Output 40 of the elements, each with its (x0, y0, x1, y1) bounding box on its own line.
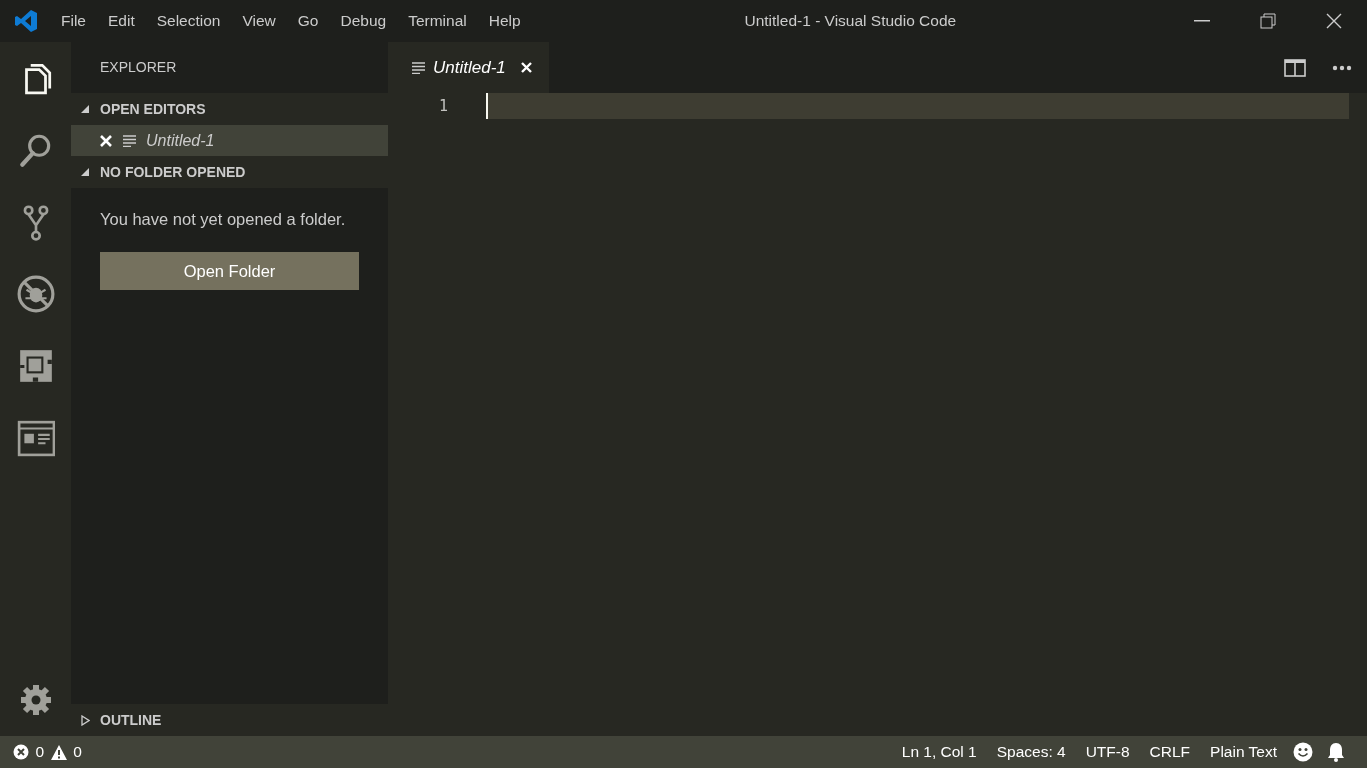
problems-indicator[interactable]: 0 0 (0, 740, 82, 764)
window-icon[interactable] (16, 419, 55, 457)
status-item[interactable]: UTF-8 (1075, 740, 1140, 764)
menu-item[interactable]: File (50, 9, 97, 33)
app-logo-icon (14, 9, 38, 33)
split-editor-icon[interactable] (1284, 58, 1306, 77)
status-item[interactable]: Spaces: 4 (986, 740, 1076, 764)
menu-item[interactable]: Selection (145, 9, 232, 33)
menu-item[interactable]: Debug (329, 9, 398, 33)
settings-icon[interactable] (18, 683, 53, 717)
text-file-icon (412, 61, 425, 74)
smiley-icon[interactable] (1293, 742, 1313, 762)
expand-icon[interactable] (81, 714, 90, 726)
open-folder-button[interactable]: Open Folder (100, 252, 359, 290)
status-item[interactable]: Ln 1, Col 1 (891, 740, 987, 764)
status-item[interactable]: Plain Text (1200, 740, 1287, 764)
minimize-icon[interactable] (1194, 20, 1210, 22)
error-icon (13, 744, 29, 760)
sidebar-title: EXPLORER (100, 58, 177, 77)
warning-icon (50, 744, 67, 760)
empty-message: You have not yet opened a folder. (99, 209, 347, 230)
menu-item[interactable]: View (231, 9, 287, 33)
bell-icon[interactable] (1327, 742, 1345, 762)
status-item[interactable]: CRLF (1139, 740, 1201, 764)
editor-tab[interactable]: Untitled-1 (388, 42, 550, 93)
menu-item[interactable]: Help (477, 9, 532, 33)
restore-icon[interactable] (1260, 13, 1276, 29)
more-actions-icon[interactable] (1332, 64, 1352, 71)
close-icon[interactable] (1326, 13, 1342, 29)
menu-item[interactable]: Go (286, 9, 330, 33)
open-editor-item[interactable]: Untitled-1 (71, 125, 388, 156)
window-title: Untitled-1 - Visual Studio Code (744, 11, 957, 32)
menu-item[interactable]: Terminal (397, 9, 478, 33)
line-number: 1 (437, 96, 448, 117)
collapse-icon[interactable] (81, 104, 90, 114)
collapse-icon[interactable] (81, 167, 90, 177)
section-header[interactable]: OUTLINE (100, 709, 162, 731)
bug-icon[interactable] (16, 275, 55, 313)
text-file-icon (123, 134, 136, 147)
menu-item[interactable]: Edit (97, 9, 146, 33)
